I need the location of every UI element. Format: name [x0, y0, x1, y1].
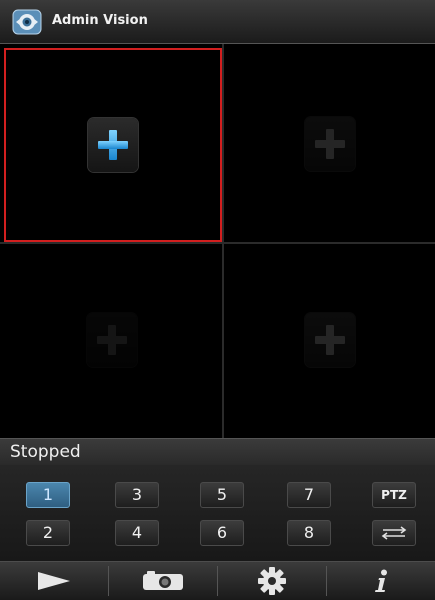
- camera-slot-2[interactable]: [224, 46, 435, 242]
- channel-keypad: 1 3 5 7 PTZ 2 4 6 8: [0, 465, 435, 561]
- camera-slot-4[interactable]: [224, 244, 435, 436]
- snapshot-button[interactable]: [109, 562, 217, 600]
- channel-5-button[interactable]: 5: [200, 482, 244, 508]
- channel-8-button[interactable]: 8: [287, 520, 331, 546]
- add-camera-icon: [314, 325, 345, 355]
- camera-grid: [0, 44, 435, 438]
- info-icon: [375, 569, 387, 592]
- add-camera-icon: [97, 325, 127, 355]
- bottom-toolbar: [0, 561, 435, 600]
- add-camera-button-4[interactable]: [304, 313, 355, 367]
- app-logo-icon: [12, 9, 42, 35]
- channel-1-button[interactable]: 1: [26, 482, 70, 508]
- swap-arrows-icon: [381, 526, 407, 540]
- status-text: Stopped: [10, 442, 81, 462]
- gear-icon: [258, 567, 286, 595]
- camera-slot-1[interactable]: [4, 48, 222, 242]
- add-camera-button-1[interactable]: [88, 118, 138, 172]
- add-camera-icon: [314, 129, 345, 159]
- add-camera-button-3[interactable]: [87, 313, 137, 367]
- camera-icon: [143, 571, 183, 590]
- channel-4-button[interactable]: 4: [115, 520, 159, 546]
- channel-6-button[interactable]: 6: [200, 520, 244, 546]
- channel-2-button[interactable]: 2: [26, 520, 70, 546]
- channel-7-button[interactable]: 7: [287, 482, 331, 508]
- add-camera-icon: [98, 130, 128, 160]
- add-camera-button-2[interactable]: [304, 117, 355, 171]
- status-bar: Stopped: [0, 438, 435, 465]
- play-button[interactable]: [0, 562, 108, 600]
- title-bar: Admin Vision: [0, 0, 435, 44]
- camera-slot-3[interactable]: [2, 244, 222, 436]
- ptz-button[interactable]: PTZ: [372, 482, 416, 508]
- app-title: Admin Vision: [52, 13, 148, 28]
- play-icon: [38, 572, 70, 590]
- settings-button[interactable]: [218, 562, 326, 600]
- channel-3-button[interactable]: 3: [115, 482, 159, 508]
- info-button[interactable]: [327, 562, 435, 600]
- swap-view-button[interactable]: [372, 520, 416, 546]
